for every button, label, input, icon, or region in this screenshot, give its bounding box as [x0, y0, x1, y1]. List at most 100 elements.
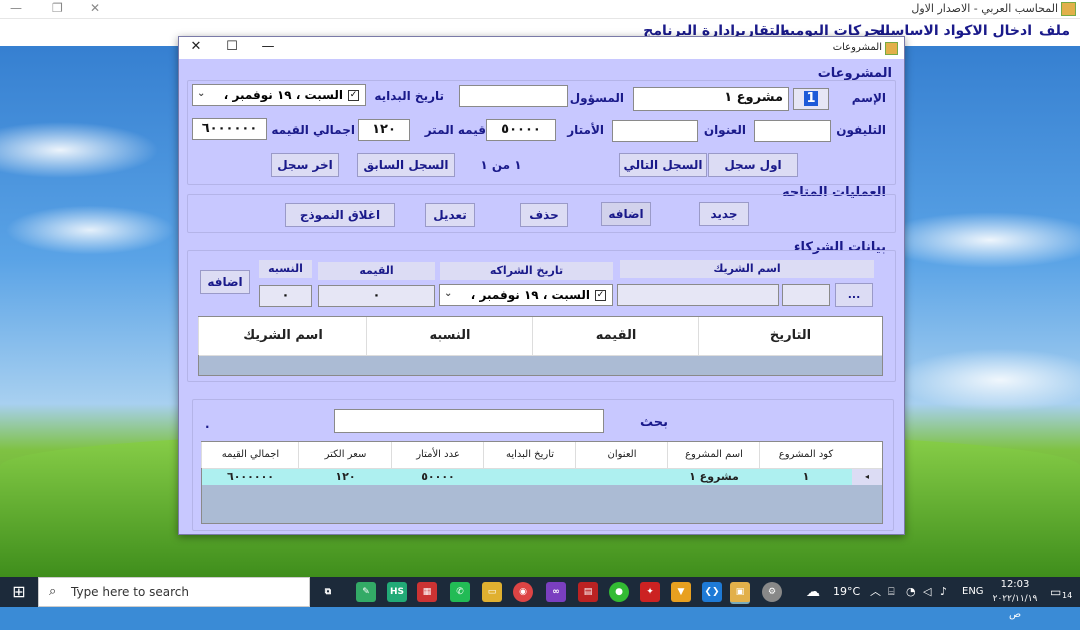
- total-field[interactable]: ٦٠٠٠٠٠٠: [192, 118, 267, 140]
- record-position: ١ من ١: [471, 153, 531, 177]
- file-explorer-icon[interactable]: ▭: [482, 582, 502, 602]
- close-icon[interactable]: ✕: [90, 1, 100, 15]
- chevron-down-icon[interactable]: ⌄: [444, 288, 452, 299]
- windows-start-icon[interactable]: ⊞: [0, 577, 38, 607]
- phone-field[interactable]: [754, 120, 831, 142]
- projects-col-address[interactable]: العنوان: [575, 442, 668, 468]
- partners-grid[interactable]: التاريخ القيمه النسبه اسم الشريك: [198, 316, 883, 376]
- delete-button[interactable]: حذف: [520, 203, 568, 227]
- app-icon-9[interactable]: ●: [609, 582, 629, 602]
- partners-col-name[interactable]: اسم الشريك: [198, 317, 367, 355]
- partners-col-date[interactable]: التاريخ: [698, 317, 882, 355]
- weather-temp[interactable]: 19°C: [833, 577, 860, 607]
- minimize-icon[interactable]: —: [10, 1, 22, 15]
- weather-icon[interactable]: ☁: [806, 577, 820, 607]
- visual-studio-icon[interactable]: ∞: [546, 582, 566, 602]
- wifi-icon[interactable]: ◔: [906, 577, 916, 607]
- volume-icon[interactable]: ◁: [923, 577, 931, 607]
- app-icon-8[interactable]: ▤: [578, 582, 598, 602]
- meters-label: الأمتار: [567, 123, 604, 137]
- taskbar-search-placeholder: Type here to search: [71, 585, 189, 599]
- dialog-minimize-icon[interactable]: —: [253, 39, 283, 54]
- dialog-title: المشروعات: [832, 42, 882, 53]
- meter-price-field[interactable]: ١٢٠: [358, 119, 410, 141]
- address-field[interactable]: [612, 120, 698, 142]
- phone-label: التليفون: [836, 123, 886, 137]
- previous-record-button[interactable]: السجل السابق: [357, 153, 455, 177]
- add-partner-button[interactable]: اضافه: [200, 270, 250, 294]
- code-field[interactable]: 1: [793, 88, 829, 110]
- vscode-icon[interactable]: ❮❯: [702, 582, 722, 602]
- dialog-maximize-icon[interactable]: ☐: [217, 39, 247, 54]
- partners-grid-header: التاريخ القيمه النسبه اسم الشريك: [198, 317, 882, 356]
- network-icon[interactable]: ⌸: [888, 577, 895, 607]
- language-indicator[interactable]: ENG: [962, 577, 984, 607]
- projects-col-price[interactable]: سعر الكتر: [298, 442, 392, 468]
- row-selector-icon[interactable]: ◂: [852, 469, 882, 485]
- hs-app-icon[interactable]: HS: [387, 582, 407, 602]
- project-name-field[interactable]: مشروع ١: [633, 87, 789, 111]
- dialog-close-icon[interactable]: ✕: [181, 39, 211, 54]
- partner-value-header: القيمه: [318, 262, 435, 280]
- close-form-button[interactable]: اغلاق النموذج: [285, 203, 395, 227]
- next-record-button[interactable]: السجل التالي: [619, 153, 707, 177]
- chrome-icon[interactable]: ◉: [513, 582, 533, 602]
- projects-col-name[interactable]: اسم المشروع: [667, 442, 760, 468]
- manager-field[interactable]: [459, 85, 568, 107]
- browse-partner-button[interactable]: ...: [835, 283, 873, 307]
- projects-col-meters[interactable]: عدد الأمتار: [391, 442, 484, 468]
- partner-value-field[interactable]: ٠: [318, 285, 435, 307]
- projects-grid[interactable]: كود المشروع اسم المشروع العنوان تاريخ ال…: [201, 441, 883, 524]
- chevron-up-icon[interactable]: ︿: [870, 577, 881, 607]
- main-titlebar: — ❐ ✕ المحاسب العربي - الاصدار الاول: [0, 0, 1080, 19]
- partner-date-picker[interactable]: ✓ السبت ، ١٩ نوفمبر ، ⌄: [439, 284, 613, 306]
- menu-file[interactable]: ملف: [1039, 23, 1070, 39]
- notification-icon[interactable]: ▭: [1050, 577, 1061, 607]
- name-label: الإسم: [851, 91, 886, 105]
- meters-field[interactable]: ٥٠٠٠٠: [486, 119, 556, 141]
- app-icon-1[interactable]: ✎: [356, 582, 376, 602]
- whatsapp-icon[interactable]: ✆: [450, 582, 470, 602]
- taskbar-search[interactable]: ⌕ Type here to search: [38, 577, 310, 607]
- cell-price: ١٢٠: [335, 470, 356, 483]
- partner-code-field[interactable]: [782, 284, 830, 306]
- speaker-icon[interactable]: ♪: [940, 577, 947, 607]
- total-label: اجمالي القيمه: [271, 123, 355, 137]
- partner-date-checkbox[interactable]: ✓: [595, 290, 606, 301]
- partner-ratio-field[interactable]: ٠: [259, 285, 312, 307]
- restore-icon[interactable]: ❐: [52, 1, 63, 15]
- cell-address: [576, 469, 668, 485]
- clock-date[interactable]: ٢٠٢٢/١١/١٩: [991, 584, 1039, 614]
- accountant-app-icon[interactable]: ▣: [730, 582, 750, 604]
- projects-col-start-date[interactable]: تاريخ البدايه: [483, 442, 576, 468]
- cell-start-date: [484, 469, 576, 485]
- dialog-icon: [885, 42, 898, 55]
- app-icon-10[interactable]: ✦: [640, 582, 660, 602]
- last-record-button[interactable]: اخر سجل: [271, 153, 339, 177]
- projects-col-code[interactable]: كود المشروع: [759, 442, 852, 468]
- app-icon-14[interactable]: ⚙: [762, 582, 782, 602]
- projects-col-total[interactable]: اجمالي القيمه: [201, 442, 299, 468]
- cell-meters: ٥٠٠٠٠: [421, 470, 455, 483]
- search-label: بحث: [639, 415, 668, 430]
- partners-col-value[interactable]: القيمه: [532, 317, 699, 355]
- edit-button[interactable]: تعديل: [425, 203, 475, 227]
- cell-code: ١: [802, 470, 810, 483]
- partner-name-field[interactable]: [617, 284, 779, 306]
- start-date-checkbox[interactable]: ✓: [348, 90, 359, 101]
- start-date-picker[interactable]: ✓ السبت ، ١٩ نوفمبر ، ⌄: [192, 84, 366, 106]
- search-dot: .: [205, 417, 210, 431]
- app-icon-3[interactable]: ▦: [417, 582, 437, 602]
- app-icon-11[interactable]: ▼: [671, 582, 691, 602]
- add-button[interactable]: اضافه: [601, 202, 651, 226]
- first-record-button[interactable]: اول سجل: [708, 153, 798, 177]
- cell-total: ٦٠٠٠٠٠٠: [227, 470, 274, 483]
- search-input[interactable]: [334, 409, 604, 433]
- task-view-icon[interactable]: ⧉: [318, 582, 338, 602]
- partners-col-ratio[interactable]: النسبه: [366, 317, 533, 355]
- address-label: العنوان: [703, 123, 746, 137]
- start-date-label: تاريخ البدايه: [374, 89, 444, 103]
- new-button[interactable]: جديد: [699, 202, 749, 226]
- table-row[interactable]: ◂ ١ مشروع ١ ٥٠٠٠٠ ١٢٠ ٦٠٠٠٠٠٠: [202, 469, 882, 485]
- chevron-down-icon[interactable]: ⌄: [197, 88, 205, 99]
